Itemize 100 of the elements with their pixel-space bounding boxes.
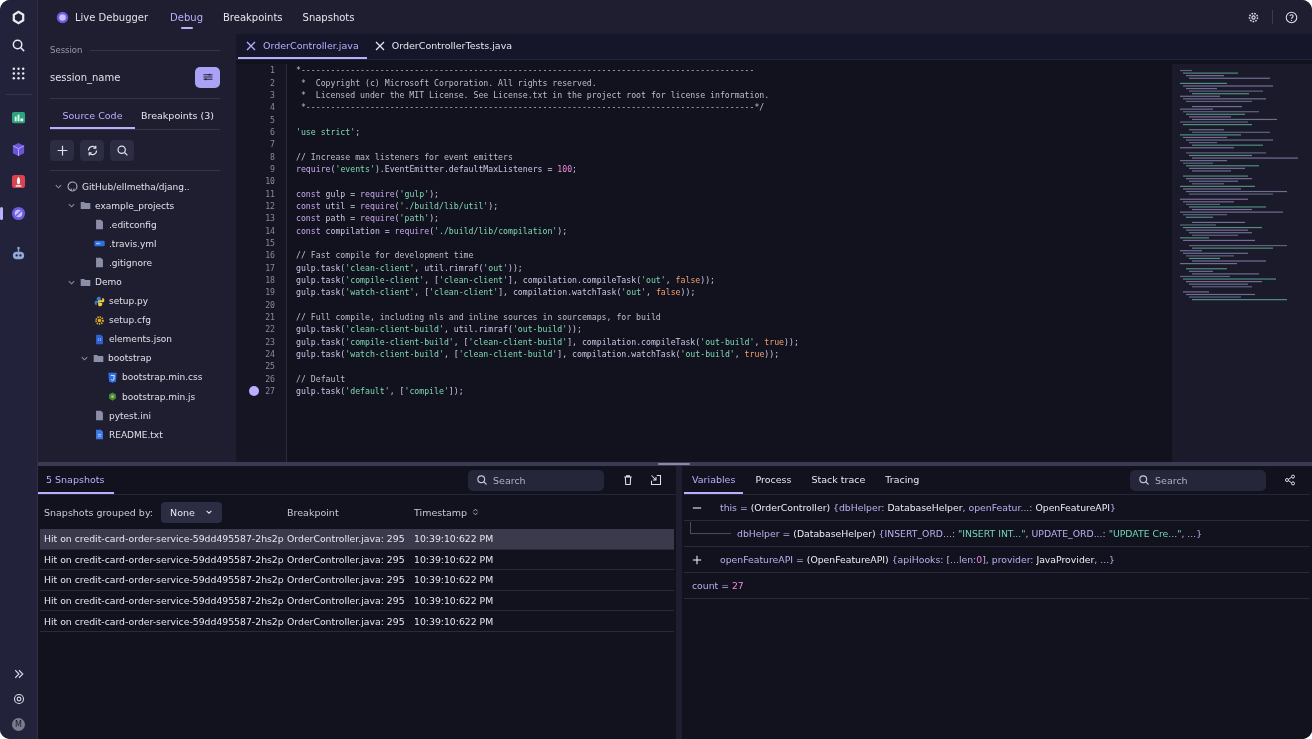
logo-icon[interactable] (11, 10, 26, 25)
filter-button[interactable] (195, 66, 220, 88)
refresh-button[interactable] (80, 140, 104, 161)
snapshot-row[interactable]: Hit on credit-card-order-service-59dd495587-2hs2p OrderController.java: 295 10:39:10:622 PM (40, 529, 674, 550)
app-title: Live Debugger (75, 11, 149, 23)
table-cell: Hit on credit-card-order-service-59dd495587-2hs2p (44, 615, 284, 627)
panel-tab[interactable]: Process (747, 466, 800, 494)
folder-icon (80, 276, 91, 288)
code-line: gulp.task('default', ['compile']); (296, 386, 464, 397)
line-number: 3 (270, 89, 275, 100)
tree-item[interactable]: bootstrap.min.css (122, 372, 203, 383)
code-line: *-------------------------------------------------------------------------------------------*/ (299, 102, 765, 113)
plus-icon (55, 144, 69, 157)
search-icon[interactable] (11, 38, 26, 53)
code-line: const gulp = require('gulp'); (296, 188, 439, 199)
snapshot-row[interactable]: Hit on credit-card-order-service-59dd495587-2hs2p OrderController.java: 295 10:39:10:622 PM (40, 570, 674, 591)
search-field[interactable]: Search (468, 469, 604, 491)
search-icon (115, 144, 129, 157)
table-cell: Hit on credit-card-order-service-59dd495587-2hs2p (44, 553, 284, 565)
tree-item[interactable]: example_projects (95, 200, 175, 211)
close-icon[interactable] (246, 40, 256, 51)
file-tab[interactable]: OrderControllerTests.java (366, 34, 521, 59)
table-cell: 10:39:10:622 PM (414, 595, 494, 607)
line-number: 12 (265, 200, 275, 211)
line-number: 5 (270, 114, 275, 125)
panel-tab[interactable]: Source Code (50, 103, 135, 129)
code-line: *-------------------------------------------------------------------------------------------- (296, 65, 755, 76)
rocket-icon (11, 174, 26, 189)
panel-tab[interactable]: Stack trace (803, 466, 874, 494)
line-number: 24 (265, 349, 275, 360)
line-number: 14 (265, 225, 275, 236)
table-cell: Hit on credit-card-order-service-59dd495587-2hs2p (44, 595, 284, 607)
nav-tab[interactable]: Debug (162, 5, 211, 29)
panel-tab[interactable]: Variables (684, 466, 744, 494)
table-cell: 10:39:10:622 PM (414, 615, 494, 627)
tree-item[interactable]: .editconfig (109, 219, 157, 230)
code-line: // Full compile, including nls and inline sources in sourcemaps, for build (296, 312, 661, 323)
line-number: 7 (270, 139, 275, 150)
grid-icon[interactable] (11, 66, 26, 81)
sliders-icon (201, 71, 214, 83)
panel-tab[interactable]: 5 Snapshots (38, 466, 114, 494)
chevron-icon[interactable] (54, 182, 63, 192)
tree-item[interactable]: elements.json (109, 334, 173, 345)
user-avatar[interactable]: M (12, 718, 25, 731)
tree-item[interactable]: .travis.yml (109, 238, 157, 249)
code-line: const compilation = require('./build/lib/compilation'); (296, 225, 568, 236)
column-header[interactable]: Breakpoint (287, 506, 339, 518)
css-file-icon (107, 372, 118, 383)
debugger-icon (56, 10, 69, 24)
add-button[interactable] (50, 140, 74, 161)
expand-icon[interactable] (12, 668, 25, 680)
table-cell: Hit on credit-card-order-service-59dd495587-2hs2p (44, 574, 284, 586)
line-number: 1 (270, 65, 275, 76)
nav-tab[interactable]: Breakpoints (215, 5, 291, 29)
settings-icon[interactable] (1247, 10, 1260, 24)
column-header[interactable]: Timestamp (414, 506, 480, 518)
nav-tab[interactable]: Snapshots (294, 5, 363, 29)
help-icon[interactable] (1285, 10, 1298, 24)
line-number: 9 (270, 163, 275, 174)
refresh-icon (85, 144, 99, 157)
chevron-icon[interactable] (67, 201, 76, 211)
tree-item[interactable]: setup.py (109, 296, 149, 307)
tree-item[interactable]: .gitignore (109, 257, 153, 268)
table-cell: OrderController.java: 295 (287, 574, 405, 586)
snapshot-row[interactable]: Hit on credit-card-order-service-59dd495587-2hs2p OrderController.java: 295 10:39:10:622 PM (40, 590, 674, 612)
tree-item[interactable]: Demo (95, 277, 122, 287)
snapshot-row[interactable]: Hit on credit-card-order-service-59dd495587-2hs2p OrderController.java: 295 10:39:10:622 PM (40, 611, 674, 632)
file-tab[interactable]: OrderController.java (238, 34, 367, 59)
tree-item[interactable]: bootstrap.min.js (122, 391, 196, 402)
search-icon (1138, 474, 1150, 486)
variable-entry: this = (OrderController) {dbHelper: DatabaseHelper, openFeatur...: OpenFeatureAPI} (720, 502, 1116, 513)
panel-tab[interactable]: Tracing (877, 466, 928, 494)
panel-tab[interactable]: Breakpoints (3) (135, 103, 220, 129)
variable-entry: openFeatureAPI = (OpenFeatureAPI) {apiHooks: [...len:0], provider: JavaProvider, ...} (720, 554, 1116, 565)
open-in-icon[interactable] (650, 474, 662, 486)
tree-item[interactable]: pytest.ini (109, 410, 151, 421)
snapshot-row[interactable]: Hit on credit-card-order-service-59dd495587-2hs2p OrderController.java: 295 10:39:10:622 PM (40, 549, 674, 571)
expand-icon[interactable] (692, 554, 702, 565)
table-cell: 10:39:10:622 PM (414, 574, 494, 586)
code-line: const util = require('./build/lib/util'); (296, 200, 499, 211)
search-field[interactable]: Search (1130, 469, 1266, 491)
table-cell: OrderController.java: 295 (287, 615, 405, 627)
help-ring-icon[interactable] (12, 693, 25, 705)
search-button[interactable] (110, 140, 134, 161)
line-number: 18 (265, 275, 275, 285)
code-line: gulp.task('watch-client', ['clean-client'], compilation.watchTask('out', false)); (296, 287, 696, 298)
tree-item[interactable]: README.txt (109, 429, 163, 440)
code-line: gulp.task('clean-client', util.rimraf('out')); (296, 262, 523, 273)
breakpoint-marker[interactable] (249, 386, 259, 397)
code-line: gulp.task('compile-client', ['clean-client'], compilation.compileTask('out', false)); (296, 275, 716, 285)
minimap-drawing[interactable] (1172, 64, 1312, 462)
tree-item[interactable]: GitHub/ellmetha/djang.. (82, 181, 190, 192)
table-cell: OrderController.java: 295 (287, 595, 405, 607)
tree-item[interactable]: setup.cfg (109, 315, 151, 326)
share-icon[interactable] (1284, 474, 1296, 486)
variable-entry: count = 27 (692, 580, 744, 591)
group-dropdown[interactable]: None (161, 501, 222, 523)
tree-item[interactable]: bootstrap (108, 353, 152, 364)
trash-icon[interactable] (622, 474, 634, 486)
table-cell: 10:39:10:622 PM (414, 553, 494, 565)
